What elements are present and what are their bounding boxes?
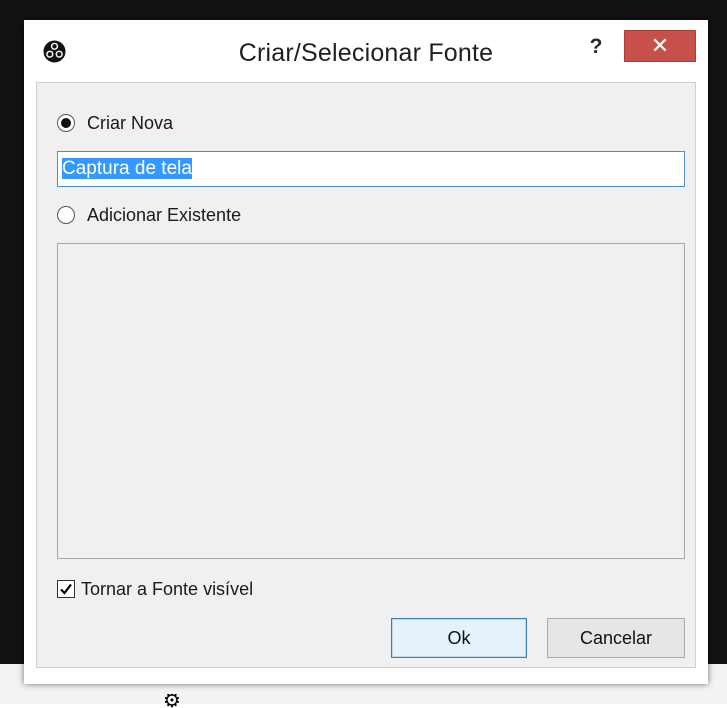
help-button[interactable]: ? <box>584 34 608 60</box>
close-icon: ✕ <box>650 33 670 58</box>
create-new-label: Criar Nova <box>87 112 174 133</box>
title-bar[interactable]: Criar/Selecionar Fonte ? ✕ <box>24 20 708 82</box>
make-visible-checkbox[interactable] <box>57 580 75 598</box>
source-name-input[interactable]: Captura de tela <box>57 151 685 187</box>
add-existing-label: Adicionar Existente <box>87 204 242 225</box>
create-select-source-dialog: Criar/Selecionar Fonte ? ✕ Criar Nova Ca… <box>24 20 708 684</box>
existing-sources-list[interactable] <box>57 243 685 559</box>
gear-icon: ⚙ <box>163 694 181 708</box>
ok-button[interactable]: Ok <box>391 618 527 658</box>
cancel-button[interactable]: Cancelar <box>547 618 685 658</box>
make-visible-label: Tornar a Fonte visível <box>81 578 254 599</box>
close-button[interactable]: ✕ <box>624 30 696 62</box>
checkmark-icon <box>60 583 72 595</box>
source-name-value: Captura de tela <box>62 158 192 179</box>
create-new-radio[interactable] <box>57 114 75 132</box>
make-visible-option[interactable]: Tornar a Fonte visível <box>57 577 253 601</box>
dialog-body: Criar Nova Captura de tela Adicionar Exi… <box>36 82 696 668</box>
add-existing-radio[interactable] <box>57 206 75 224</box>
create-new-option[interactable]: Criar Nova <box>57 111 173 135</box>
add-existing-option[interactable]: Adicionar Existente <box>57 203 241 227</box>
